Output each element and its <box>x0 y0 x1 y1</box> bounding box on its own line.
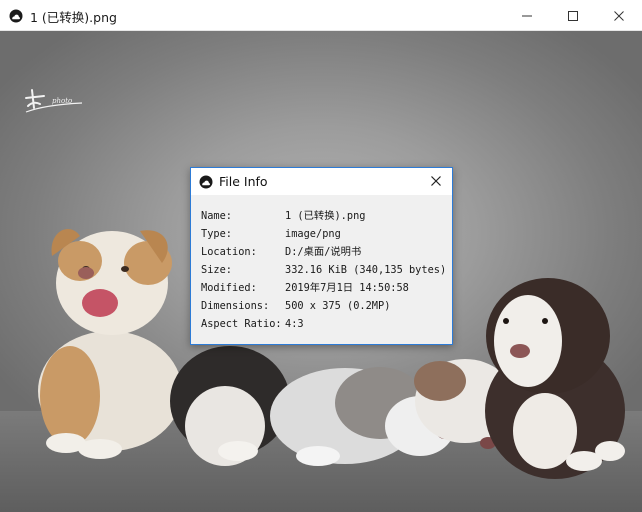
info-value: 1 (已转换).png <box>285 210 366 222</box>
window-title: 1 (已转换).png <box>30 10 117 25</box>
info-value: 500 x 375 (0.2MP) <box>285 300 391 312</box>
file-info-dialog: File Info Name: 1 (已转换).png Type: image/… <box>190 167 453 345</box>
info-label: Dimensions: <box>201 300 270 312</box>
close-icon <box>614 10 624 21</box>
puppy-tan <box>38 228 182 459</box>
app-icon <box>9 8 23 23</box>
dialog-title: File Info <box>219 174 268 189</box>
maximize-button[interactable] <box>550 0 596 31</box>
info-label: Size: <box>201 264 232 276</box>
info-label: Location: <box>201 246 257 258</box>
window-titlebar: 1 (已转换).png <box>0 0 642 31</box>
info-value: D:/桌面/说明书 <box>285 246 362 258</box>
info-label: Modified: <box>201 282 257 294</box>
maximize-icon <box>568 10 578 21</box>
info-value: 2019年7月1日 14:50:58 <box>285 282 409 294</box>
minimize-button[interactable] <box>504 0 550 31</box>
close-button[interactable] <box>596 0 642 31</box>
info-label: Type: <box>201 228 232 240</box>
info-label: Aspect Ratio: <box>201 318 282 330</box>
minimize-icon <box>522 15 532 16</box>
info-value: 332.16 KiB (340,135 bytes) <box>285 264 447 276</box>
puppy-dark-brown <box>485 278 625 479</box>
info-label: Name: <box>201 210 232 222</box>
info-value: 4:3 <box>285 318 304 330</box>
info-value: image/png <box>285 228 341 240</box>
dialog-app-icon <box>199 174 213 189</box>
dialog-titlebar: File Info <box>191 168 452 195</box>
dialog-close-button[interactable] <box>424 170 448 192</box>
close-icon <box>431 176 441 186</box>
